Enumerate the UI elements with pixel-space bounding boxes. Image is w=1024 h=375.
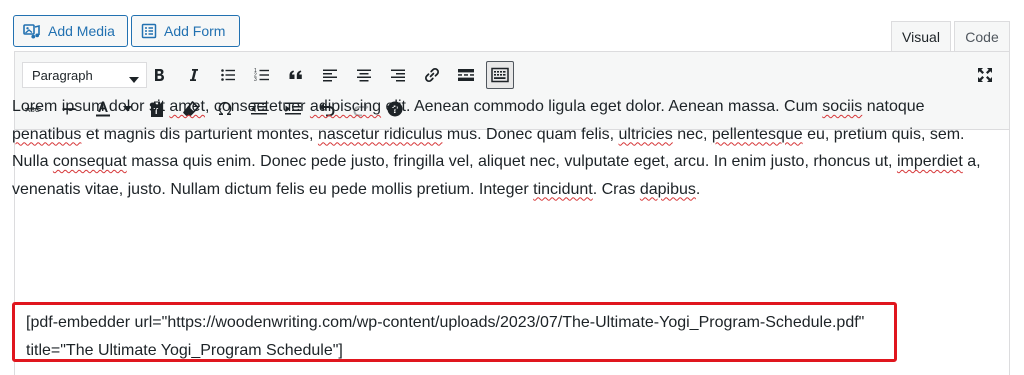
align-right-icon[interactable]	[385, 62, 411, 88]
numbered-list-icon[interactable]: 123	[249, 62, 275, 88]
toolbar-row-1: Paragraph 123	[15, 60, 1009, 90]
misspelled-word: pellentesque	[711, 125, 803, 143]
fullscreen-icon[interactable]	[972, 62, 998, 88]
editor-content[interactable]: Lorem ipsum dolor sit amet, consectetuer…	[12, 93, 982, 203]
align-center-icon[interactable]	[351, 62, 377, 88]
misspelled-word: dapibus	[639, 180, 696, 198]
paragraph-text: elit. Aenean commodo ligula eget dolor. …	[381, 98, 823, 115]
toolbar-toggle-icon[interactable]	[486, 61, 514, 89]
paragraph-text: massa quis enim. Donec pede justo, fring…	[126, 153, 897, 170]
misspelled-word: sociis	[822, 98, 863, 115]
add-form-button[interactable]: Add Form	[131, 15, 240, 47]
misspelled-word: penatibus	[12, 125, 82, 143]
svg-text:3: 3	[254, 77, 257, 83]
paragraph-text: nec,	[672, 125, 712, 143]
paragraph-text: mus. Donec quam felis,	[442, 125, 619, 143]
form-icon	[141, 23, 157, 39]
misspelled-word: nascetur ridiculus	[317, 125, 443, 143]
blockquote-icon[interactable]	[283, 62, 309, 88]
add-media-button[interactable]: Add Media	[13, 15, 128, 47]
tab-visual[interactable]: Visual	[891, 21, 951, 52]
link-icon[interactable]	[419, 62, 445, 88]
paragraph-text: . Cras	[592, 180, 640, 198]
paragraph-text: , consectetuer	[204, 98, 310, 115]
misspelled-word: amet	[169, 98, 205, 115]
misspelled-word: imperdiet	[896, 153, 963, 170]
add-media-icon	[23, 22, 41, 40]
pdf-embedder-shortcode: [pdf-embedder url="https://woodenwriting…	[12, 302, 897, 362]
add-form-label: Add Form	[164, 23, 226, 39]
read-more-icon[interactable]	[453, 62, 479, 88]
align-left-icon[interactable]	[317, 62, 343, 88]
misspelled-word: consequat	[52, 153, 127, 170]
shortcode-text: [pdf-embedder url="https://woodenwriting…	[26, 314, 865, 359]
chevron-down-icon	[129, 72, 139, 87]
add-media-label: Add Media	[48, 23, 115, 39]
tab-code[interactable]: Code	[954, 21, 1010, 52]
misspelled-word: tincidunt	[533, 180, 593, 198]
format-select[interactable]: Paragraph	[22, 62, 147, 88]
misspelled-word: ultricies	[618, 125, 673, 143]
paragraph-text: et magnis dis parturient montes,	[81, 125, 318, 143]
paragraph-text: natoque	[862, 98, 925, 115]
misspelled-word: adipiscing	[309, 98, 382, 115]
paragraph-text: .	[695, 180, 701, 198]
bulleted-list-icon[interactable]	[215, 62, 241, 88]
format-select-value: Paragraph	[32, 67, 93, 83]
italic-icon[interactable]	[181, 62, 207, 88]
bold-icon[interactable]	[146, 62, 172, 88]
paragraph-text: Lorem ipsum dolor sit	[12, 98, 170, 115]
content-paragraph: Lorem ipsum dolor sit amet, consectetuer…	[12, 93, 982, 203]
